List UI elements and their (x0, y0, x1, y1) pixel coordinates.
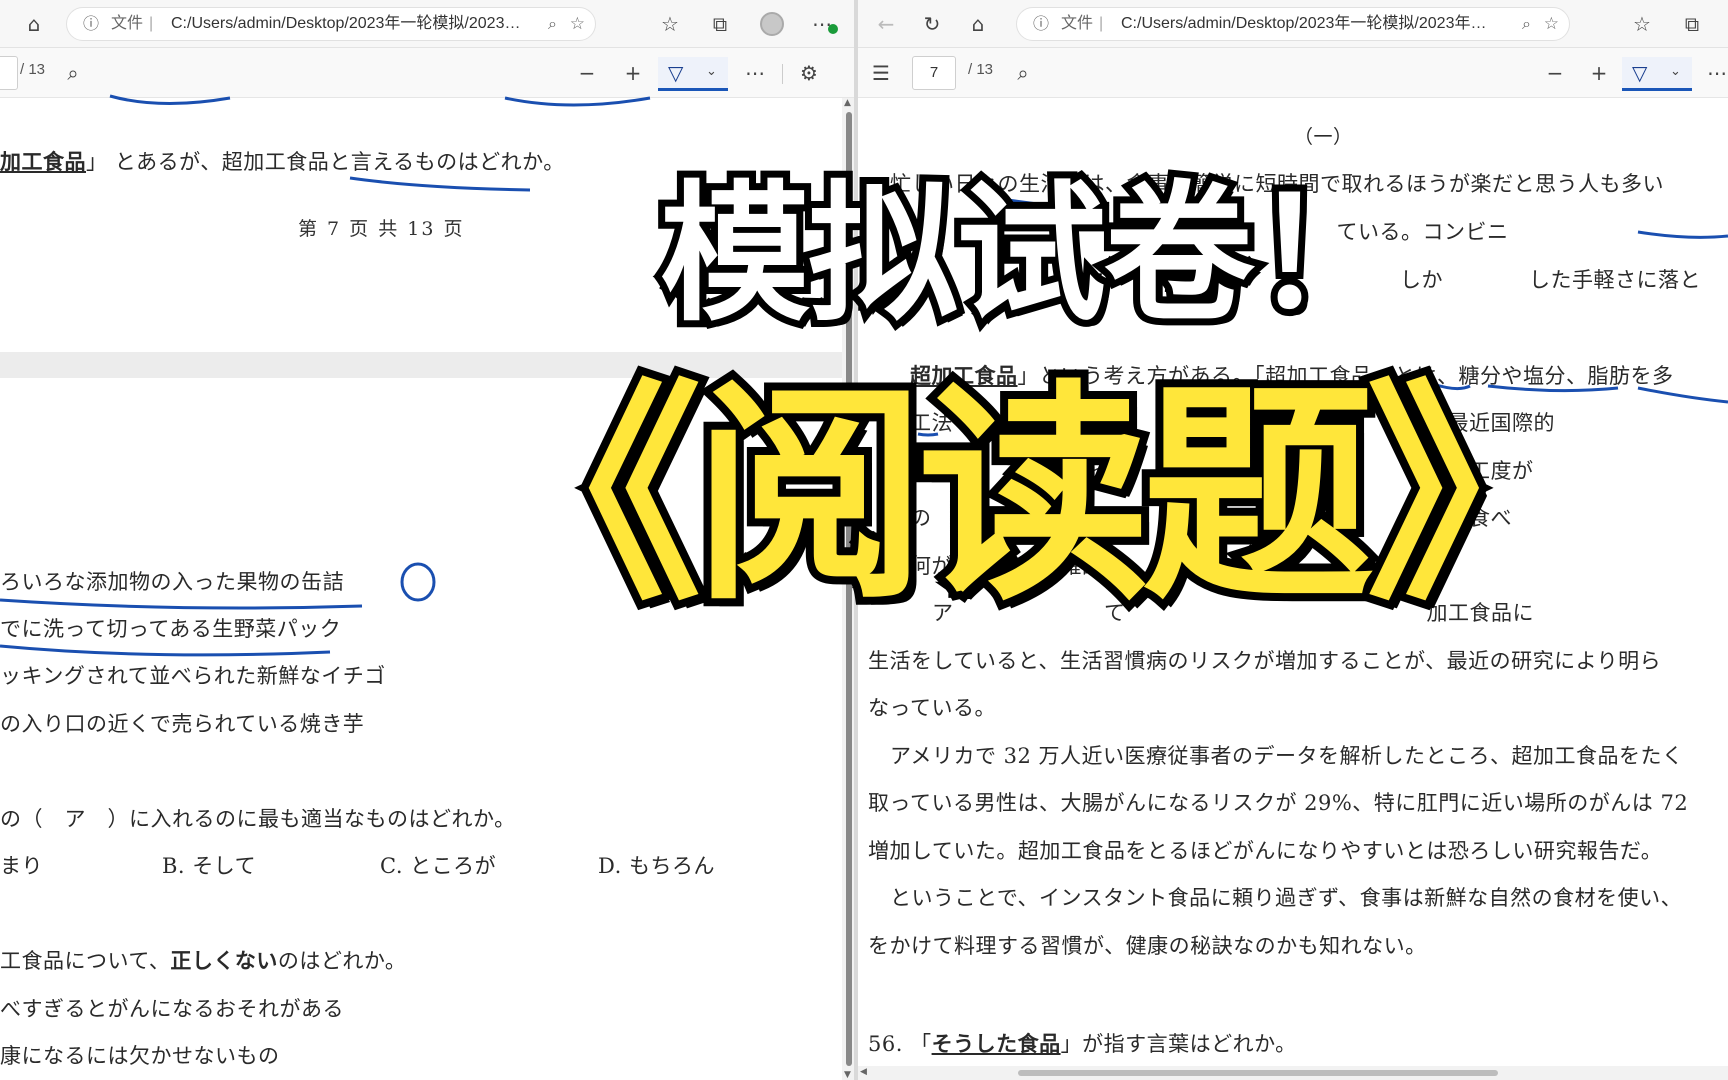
right-scroll-thumb[interactable] (1018, 1070, 1498, 1076)
info-icon[interactable]: ⓘ (83, 8, 99, 40)
passage-line-14: 増加していた。超加工食品をとるほどがんになりやすいとは恐ろしい研究報告だ。 (868, 839, 1663, 863)
option-1-line: ろいろな添加物の入った果物の缶詰 (0, 570, 344, 594)
refresh-icon[interactable]: ↻ (918, 10, 946, 38)
draw-button[interactable]: ▽ ⌄ (658, 57, 728, 91)
update-badge (828, 24, 838, 34)
url-scheme-label: 文件 (1061, 15, 1094, 32)
passage-line-13: 取っている男性は、大腸がんになるリスクが 29%、特に肛門に近い場所のがんは 7… (868, 791, 1689, 815)
left-page-number-input[interactable] (0, 56, 18, 90)
passage-line-4: 超加工食品」という考え方がある。「超加工食品」とは、糖分や塩分、脂肪を多 (910, 363, 1674, 388)
chevron-down-icon[interactable]: ⌄ (1670, 64, 1681, 79)
left-pdf-toolbar: / 13 ⌕ − + ▽ ⌄ ⋯ ⚙ (0, 48, 856, 98)
right-page-total: / 13 (968, 61, 994, 78)
zoom-out-icon[interactable]: − (574, 60, 600, 86)
question-top-line: 加工食品」 とあるが、超加工食品と言えるものはどれか。 (0, 149, 565, 174)
favorites-icon[interactable]: ☆ (1628, 10, 1656, 38)
choice-a: まり (0, 854, 43, 878)
scroll-down-icon[interactable]: ▼ (844, 1070, 851, 1080)
question-blank-line: の（ ア ）に入れるのに最も適当なものはどれか。 (0, 807, 516, 831)
draw-pen-icon: ▽ (668, 61, 684, 85)
chevron-down-icon[interactable]: ⌄ (706, 64, 717, 79)
zoom-in-icon[interactable]: + (1586, 60, 1612, 86)
right-url-field[interactable]: ⓘ 文件 | C:/Users/admin/Desktop/2023年一轮模拟/… (1016, 7, 1570, 41)
settings-gear-icon[interactable]: ⚙ (796, 60, 822, 86)
contents-list-icon[interactable]: ☰ (868, 60, 894, 86)
left-browser-window: ⌂ ⓘ 文件 | C:/Users/admin/Desktop/2023年一轮模… (0, 0, 856, 1080)
collections-icon[interactable]: ⧉ (706, 10, 734, 38)
section-heading: （一） (1294, 126, 1353, 148)
right-pdf-toolbar: ☰ 7 / 13 ⌕ − + ▽ ⌄ ⋯ (858, 48, 1728, 98)
option-2-line: でに洗って切ってある生野菜パック (0, 617, 342, 641)
toolbar-divider (782, 64, 783, 84)
false-option-2: 康になるには欠かせないもの (0, 1044, 280, 1068)
question-56: 56. 「そうした食品」が指す言葉はどれか。 (868, 1031, 1297, 1056)
passage-line-16: をかけて料理する習慣が、健康の秘訣なのかも知れない。 (868, 934, 1427, 958)
url-path: C:/Users/admin/Desktop/2023年一轮模拟/2023年一.… (171, 15, 525, 32)
url-scheme-label: 文件 (111, 15, 144, 32)
choice-c: C. ところが (380, 854, 497, 878)
draw-pen-icon: ▽ (1632, 61, 1648, 85)
back-icon[interactable]: ← (872, 10, 900, 38)
left-address-bar-row: ⌂ ⓘ 文件 | C:/Users/admin/Desktop/2023年一轮模… (0, 0, 856, 48)
passage-line-2: ろいろ ている。コンビニ (1186, 220, 1509, 244)
passage-line-6: 知 を加 に分 加工度が (910, 459, 1534, 483)
question-false-line: 工食品について、正しくないのはどれか。 (0, 948, 407, 973)
passage-line-7: の ン な、手 ま食べ (910, 506, 1512, 530)
choice-d: D. もちろん (598, 854, 715, 878)
false-option-1: べすぎるとがんになるおそれがある (0, 997, 344, 1021)
scroll-up-icon[interactable]: ▲ (844, 98, 851, 108)
url-separator: | (149, 15, 154, 32)
passage-line-8: 何が 確認 のこ (910, 554, 1276, 578)
favorites-icon[interactable]: ☆ (656, 10, 684, 38)
page-break-gap (0, 352, 842, 378)
zoom-out-icon[interactable]: − (1542, 60, 1568, 86)
info-icon[interactable]: ⓘ (1033, 8, 1049, 40)
profile-avatar[interactable] (760, 12, 784, 36)
passage-line-15: ということで、インスタント食品に頼り過ぎず、食事は新鮮な自然の食材を使い、 (890, 886, 1683, 910)
passage-line-1: 忙しい日々の生活では、食事は簡単に短時間で取れるほうが楽だと思う人も多い (890, 172, 1664, 196)
passage-line-10: 生活をしていると、生活習慣病のリスクが増加することが、最近の研究により明ら (868, 649, 1662, 673)
left-scroll-thumb[interactable] (846, 112, 852, 1066)
zoom-in-icon[interactable]: + (620, 60, 646, 86)
left-url-field[interactable]: ⓘ 文件 | C:/Users/admin/Desktop/2023年一轮模拟/… (66, 7, 596, 41)
draw-button[interactable]: ▽ ⌄ (1622, 57, 1692, 91)
left-page-total: / 13 (20, 61, 46, 78)
scroll-left-icon[interactable]: ◀ (860, 1067, 867, 1077)
collections-icon[interactable]: ⧉ (1678, 10, 1706, 38)
pdf-more-icon[interactable]: ⋯ (1704, 60, 1728, 86)
page-footer: 第 7 页 共 13 页 (298, 218, 465, 240)
home-icon[interactable]: ⌂ (20, 10, 48, 38)
add-favorite-icon[interactable]: ☆ (1544, 8, 1559, 40)
passage-line-5: 工法 れ 最近国際的 (910, 411, 1555, 435)
add-favorite-icon[interactable]: ☆ (570, 8, 585, 40)
right-address-bar-row: ← ↻ ⌂ ⓘ 文件 | C:/Users/admin/Desktop/2023… (858, 0, 1728, 48)
pdf-more-icon[interactable]: ⋯ (742, 60, 768, 86)
passage-line-9: ア て 加工食品に (932, 601, 1534, 625)
right-browser-window: ← ↻ ⌂ ⓘ 文件 | C:/Users/admin/Desktop/2023… (858, 0, 1728, 1080)
url-path: C:/Users/admin/Desktop/2023年一轮模拟/2023年一轮… (1121, 15, 1499, 32)
option-4-line: の入り口の近くで売られている焼き芋 (0, 712, 365, 736)
right-ink-annotations (917, 198, 1728, 437)
url-separator: | (1099, 15, 1104, 32)
right-page-number-input[interactable]: 7 (912, 56, 956, 90)
find-icon[interactable]: ⌕ (60, 60, 86, 86)
option-3-line: ッキングされて並べられた新鮮なイチゴ (0, 664, 386, 688)
passage-line-11: なっている。 (868, 696, 996, 720)
zoom-icon[interactable]: ⌕ (1522, 8, 1531, 40)
find-icon[interactable]: ⌕ (1010, 60, 1036, 86)
zoom-icon[interactable]: ⌕ (548, 8, 557, 40)
home-icon[interactable]: ⌂ (964, 10, 992, 38)
passage-line-12: アメリカで 32 万人近い医療従事者のデータを解析したところ、超加工食品をたく (890, 744, 1684, 768)
passage-line-3: しか した手軽さに落と (1400, 268, 1701, 292)
right-horizontal-scrollbar[interactable]: ◀ (858, 1066, 1728, 1080)
choice-b: B. そして (162, 854, 257, 878)
